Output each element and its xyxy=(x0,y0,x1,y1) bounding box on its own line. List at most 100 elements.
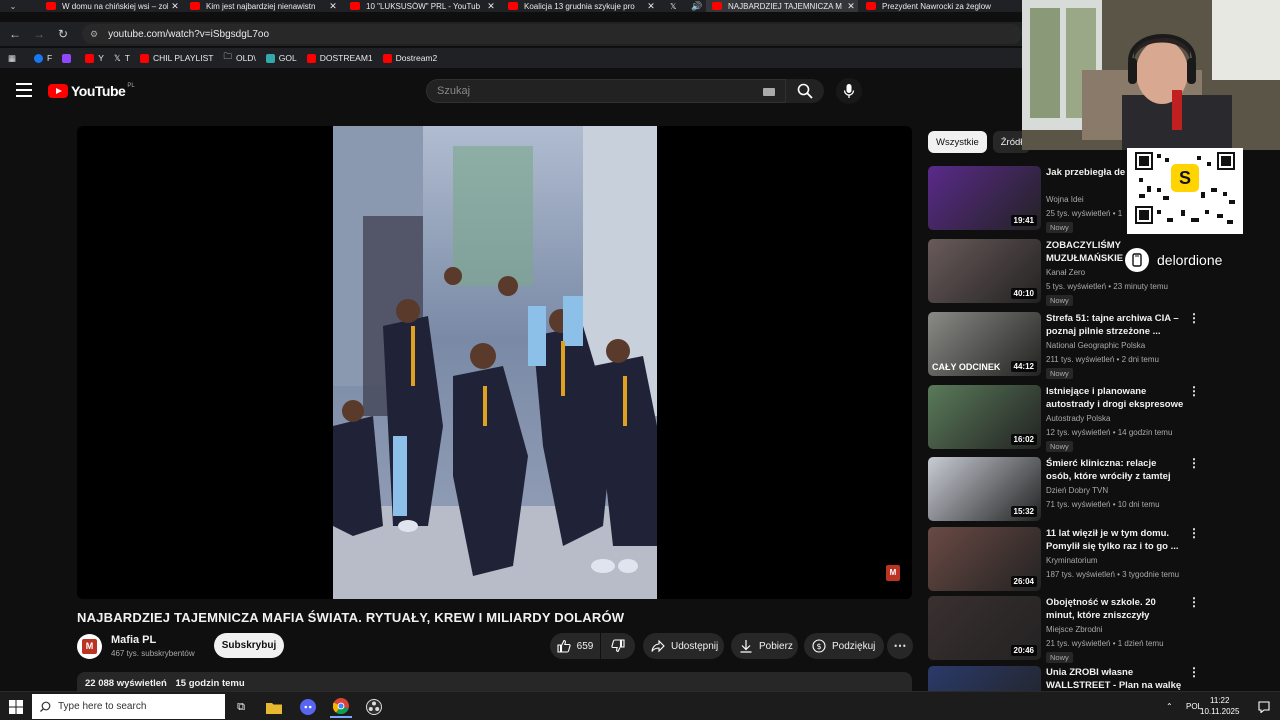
recommendation-title[interactable]: Istniejące i planowane autostrady i drog… xyxy=(1046,385,1184,411)
recommendation-channel[interactable]: Autostrady Polska xyxy=(1046,414,1110,423)
obs-app-icon[interactable] xyxy=(363,696,385,718)
recommendation-item[interactable]: 16:02 Istniejące i planowane autostrady i… xyxy=(928,385,1200,452)
task-view-icon[interactable]: ⧉ xyxy=(230,696,252,718)
recommendation-channel[interactable]: National Geographic Polska xyxy=(1046,341,1145,350)
clock[interactable]: 11:22 10.11.2025 xyxy=(1200,695,1239,717)
browser-tab[interactable]: Kim jest najbardziej nienawistn ✕ xyxy=(184,0,340,12)
bookmark-gol[interactable]: GOL xyxy=(265,53,297,63)
recommendation-title[interactable]: Obojętność w szkole. 20 minut, które zni… xyxy=(1046,596,1184,622)
taskbar-search-input[interactable]: Type here to search xyxy=(32,694,225,719)
chrome-app-icon[interactable] xyxy=(330,696,352,718)
recommendation-channel[interactable]: Miejsce Zbrodni xyxy=(1046,625,1102,634)
thumbs-up-icon xyxy=(557,639,571,653)
more-vert-icon[interactable]: ⋮ xyxy=(1188,596,1200,608)
file-explorer-icon[interactable] xyxy=(263,696,285,718)
recommendation-thumbnail[interactable]: CAŁY ODCINEK 44:12 xyxy=(928,312,1041,376)
audio-playing-icon[interactable]: 🔊 xyxy=(690,1,704,12)
recommendation-title[interactable]: Strefa 51: tajne archiwa CIA – poznaj pi… xyxy=(1046,312,1184,338)
close-tab-icon[interactable]: ✕ xyxy=(644,1,658,12)
windows-start-icon[interactable] xyxy=(5,696,27,718)
subscribe-button[interactable]: Subskrybuj xyxy=(214,633,284,658)
channel-name[interactable]: Mafia PL xyxy=(111,634,156,646)
like-button[interactable]: 659 xyxy=(550,633,600,659)
reload-button[interactable]: ↻ xyxy=(52,22,74,46)
browser-tab[interactable]: 𝕏 🔊 xyxy=(664,0,704,12)
menu-icon[interactable] xyxy=(16,83,32,97)
recommendation-thumbnail[interactable]: 20:46 xyxy=(928,596,1041,660)
recommendation-thumbnail[interactable]: 15:32 xyxy=(928,457,1041,521)
bookmark-chil-playlist[interactable]: CHIL PLAYLIST xyxy=(139,53,213,63)
close-tab-icon[interactable]: ✕ xyxy=(844,1,858,12)
dislike-button[interactable] xyxy=(601,633,635,659)
site-info-icon[interactable]: ⚙ xyxy=(90,29,98,40)
channel-avatar[interactable]: M xyxy=(77,634,102,659)
recommendation-thumbnail[interactable]: 16:02 xyxy=(928,385,1041,449)
more-vert-icon[interactable]: ⋮ xyxy=(1188,385,1200,397)
more-actions-button[interactable]: ⋯ xyxy=(887,633,913,659)
voice-search-button[interactable] xyxy=(836,78,862,104)
recommendation-item[interactable]: 20:46 Obojętność w szkole. 20 minut, któr… xyxy=(928,596,1200,663)
channel-watermark[interactable]: M xyxy=(886,565,900,581)
close-tab-icon[interactable]: ✕ xyxy=(484,1,498,12)
address-bar[interactable]: ⚙ youtube.com/watch?v=iSbgsdgL7oo xyxy=(82,24,1022,44)
recommendation-thumbnail[interactable]: 19:41 xyxy=(928,166,1041,230)
bookmark-facebook[interactable]: F xyxy=(34,53,52,63)
recommendation-item[interactable]: 26:04 11 lat więził je w tym domu. Pomyli… xyxy=(928,527,1200,591)
bookmark-x[interactable]: 𝕏T xyxy=(114,53,130,64)
bookmark-youtube[interactable]: Y xyxy=(85,53,104,63)
search-input[interactable]: Szukaj xyxy=(426,79,786,103)
forward-button[interactable]: → xyxy=(28,22,50,46)
thanks-button[interactable]: $ Podziękuj xyxy=(804,633,884,659)
video-frame[interactable] xyxy=(333,126,657,599)
more-vert-icon[interactable]: ⋮ xyxy=(1188,666,1200,678)
download-button[interactable]: Pobierz xyxy=(731,633,798,659)
bookmark-folder-old[interactable]: 🗀 OLD\ xyxy=(223,51,255,65)
tab-search-icon[interactable]: ⌄ xyxy=(0,0,26,12)
apps-grid-icon[interactable]: ▦ xyxy=(8,53,16,64)
chip-all[interactable]: Wszystkie xyxy=(928,131,987,153)
recommendation-channel[interactable]: Wojna Idei xyxy=(1046,195,1084,204)
share-button[interactable]: Udostępnij xyxy=(643,633,724,659)
browser-tab[interactable]: 10 "LUKSUSÓW" PRL - YouTub ✕ xyxy=(344,0,498,12)
discord-app-icon[interactable] xyxy=(297,696,319,718)
video-duration: 19:41 xyxy=(1010,215,1037,226)
twitch-icon xyxy=(62,53,72,63)
recommendation-thumbnail[interactable]: 26:04 xyxy=(928,527,1041,591)
close-tab-icon[interactable]: ✕ xyxy=(168,1,182,12)
video-player[interactable]: M xyxy=(77,126,912,599)
address-bar-row: ← → ↻ ⚙ youtube.com/watch?v=iSbgsdgL7oo xyxy=(0,22,1024,46)
youtube-favicon-icon xyxy=(712,2,722,10)
notification-icon[interactable] xyxy=(1258,692,1270,720)
thumbnail-overlay-text: CAŁY ODCINEK xyxy=(932,362,1001,372)
recommendation-title[interactable]: 11 lat więził je w tym domu. Pomylił się… xyxy=(1046,527,1184,553)
svg-text:$: $ xyxy=(816,642,821,651)
recommendation-title[interactable]: Unia ZROBI własne WALLSTREET - Plan na w… xyxy=(1046,666,1184,692)
browser-tab-active[interactable]: NAJBARDZIEJ TAJEMNICZA M ✕ xyxy=(706,0,858,12)
bookmark-twitch[interactable] xyxy=(62,53,75,63)
recommendation-item[interactable]: 15:32 Śmierć kliniczna: relacje osób, któ… xyxy=(928,457,1200,521)
youtube-logo[interactable]: YouTube PL xyxy=(48,83,135,99)
browser-tab[interactable]: Prezydent Nawrocki za żeglow xyxy=(860,0,1022,12)
close-tab-icon[interactable]: ✕ xyxy=(326,1,340,12)
youtube-icon xyxy=(306,53,316,63)
recommendation-meta: 21 tys. wyświetleń • 1 dzień temu xyxy=(1046,639,1164,648)
video-duration: 44:12 xyxy=(1010,361,1037,372)
tray-overflow-icon[interactable]: ⌃ xyxy=(1166,692,1173,720)
more-vert-icon[interactable]: ⋮ xyxy=(1188,527,1200,539)
recommendation-item[interactable]: CAŁY ODCINEK 44:12 Strefa 51: tajne archiw… xyxy=(928,312,1200,379)
recommendation-title[interactable]: Śmierć kliniczna: relacje osób, które wr… xyxy=(1046,457,1184,483)
bookmark-dostream2[interactable]: Dostream2 xyxy=(382,53,437,63)
back-button[interactable]: ← xyxy=(4,22,26,46)
more-vert-icon[interactable]: ⋮ xyxy=(1188,312,1200,324)
recommendation-meta: 187 tys. wyświetleń • 3 tygodnie temu xyxy=(1046,570,1180,579)
recommendation-thumbnail[interactable]: 40:10 xyxy=(928,239,1041,303)
recommendation-channel[interactable]: Kanał Zero xyxy=(1046,268,1085,277)
keyboard-icon[interactable] xyxy=(763,88,775,96)
recommendation-channel[interactable]: Kryminatorium xyxy=(1046,556,1098,565)
browser-tab[interactable]: W domu na chińskiej wsi – zob ✕ xyxy=(40,0,182,12)
search-button[interactable] xyxy=(786,79,824,103)
browser-tab[interactable]: Koalicja 13 grudnia szykuje pro ✕ xyxy=(502,0,658,12)
recommendation-channel[interactable]: Dzień Dobry TVN xyxy=(1046,486,1108,495)
more-vert-icon[interactable]: ⋮ xyxy=(1188,457,1200,469)
bookmark-dostream1[interactable]: DOSTREAM1 xyxy=(306,53,373,63)
